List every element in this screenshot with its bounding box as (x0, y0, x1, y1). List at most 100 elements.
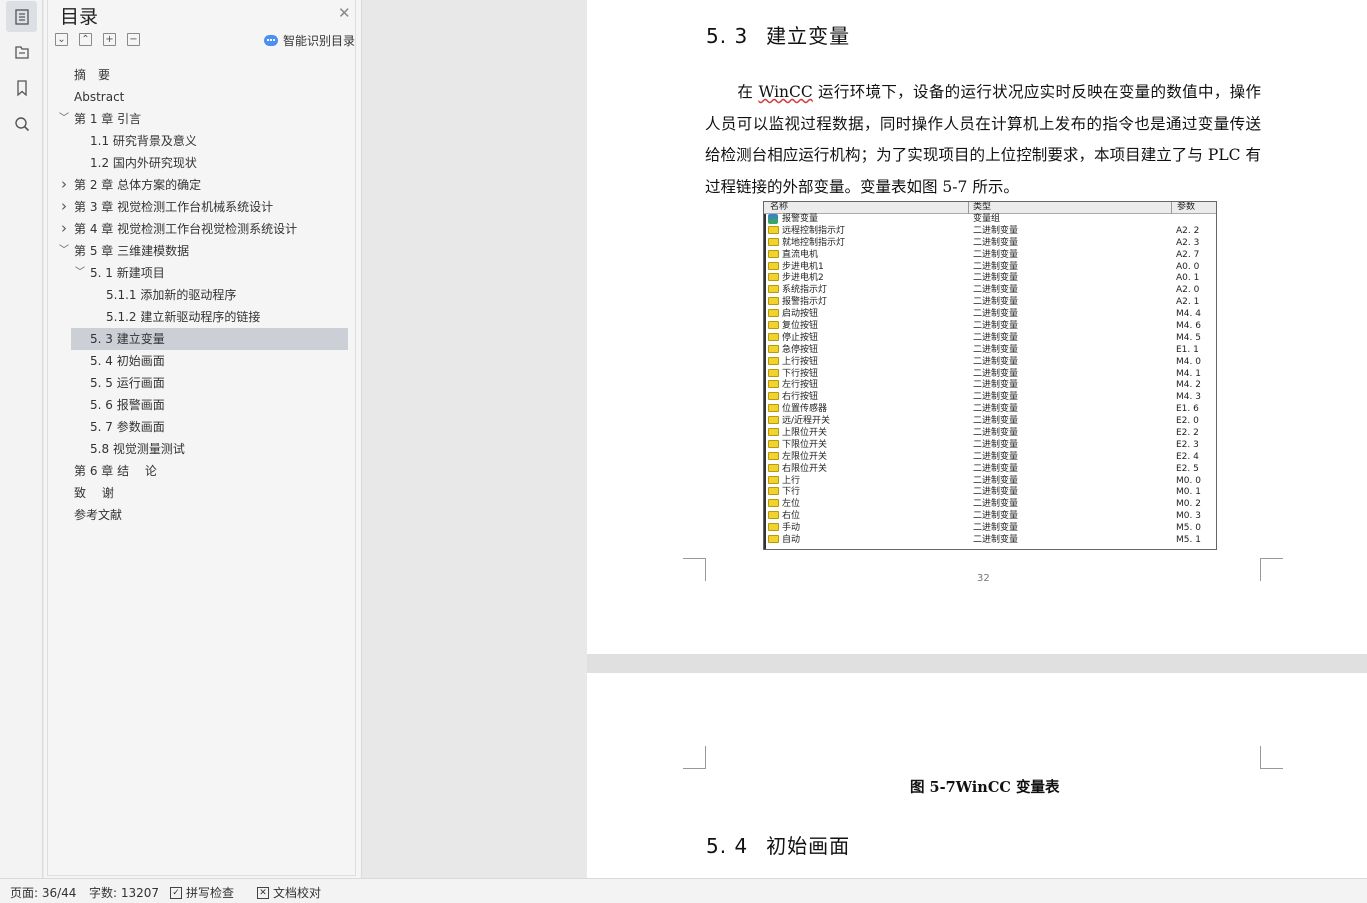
cell-type: 变量组 (973, 214, 1001, 224)
folder-icon (768, 392, 779, 401)
toc-entry[interactable]: 5. 3 建立变量 (71, 328, 348, 350)
toc-entry[interactable]: ﹀ 第 5 章 三维建模数据 (59, 240, 189, 262)
toc-entry-label: 第 2 章 总体方案的确定 (74, 178, 202, 192)
toc-entry[interactable]: 摘 要 (74, 64, 110, 86)
table-row: 上行 二进制变量 M0. 0 (764, 475, 1216, 488)
folder-icon (768, 451, 779, 460)
toc-entry-label: 5. 6 报警画面 (90, 398, 165, 412)
cell-type: 二进制变量 (973, 428, 1019, 439)
col-type-header: 类型 (973, 202, 992, 212)
proofread-label: 文档校对 (273, 886, 322, 900)
cell-type: 二进制变量 (973, 439, 1019, 450)
toc-entry[interactable]: › 第 2 章 总体方案的确定 (61, 174, 202, 196)
expand-up-button[interactable]: ⌃ (79, 33, 92, 46)
table-row: 右行按钮 二进制变量 M4. 3 (764, 392, 1216, 404)
toc-entry-label: 1.2 国内外研究现状 (90, 156, 197, 170)
toc-entry-label: 5.1.2 建立新驱动程序的链接 (106, 310, 261, 324)
table-row: 左限位开关 二进制变量 E2. 4 (764, 451, 1216, 464)
cell-param: A2. 2 (1176, 225, 1200, 236)
table-row: 位置传感器 二进制变量 E1. 6 (764, 404, 1216, 416)
cell-param: E1. 1 (1176, 344, 1199, 355)
toc-entry[interactable]: 5. 6 报警画面 (90, 394, 165, 416)
chevron-right-icon[interactable]: › (61, 173, 67, 195)
proofread-button[interactable]: ✕ 文档校对 (257, 884, 321, 901)
toc-entry-label: 5. 4 初始画面 (90, 354, 165, 368)
toc-entry[interactable]: 1.1 研究背景及意义 (90, 130, 197, 152)
cell-name: 报警变量 (782, 214, 819, 224)
cell-param: E2. 2 (1176, 428, 1199, 439)
toc-entry[interactable]: 第 6 章 结 论 (74, 460, 157, 482)
cell-type: 二进制变量 (973, 416, 1019, 427)
canvas-gap (362, 0, 587, 878)
toc-entry[interactable]: › 第 4 章 视觉检测工作台视觉检测系统设计 (61, 218, 297, 240)
toc-entry[interactable]: 致 谢 (74, 482, 114, 504)
folder-icon (768, 225, 779, 234)
toc-entry[interactable]: ﹀ 5. 1 新建项目 (75, 262, 165, 284)
add-entry-button[interactable]: + (103, 33, 116, 46)
smart-recognize-label: 智能识别目录 (283, 34, 356, 48)
toc-entry[interactable]: 5. 5 运行画面 (90, 372, 165, 394)
cell-name: 远/近程开关 (782, 416, 831, 427)
section-number: 5. 3 (706, 24, 749, 48)
toc-entry[interactable]: ﹀ 第 1 章 引言 (59, 108, 142, 130)
cell-name: 下行 (782, 487, 801, 498)
cell-param: A2. 7 (1176, 249, 1200, 260)
document-page-next[interactable]: 图 5-7WinCC 变量表 5. 4 初始画面 (587, 673, 1367, 878)
cell-param: A2. 1 (1176, 297, 1200, 308)
toc-entry[interactable]: 5.8 视觉测量测试 (90, 438, 185, 460)
cell-param: M4. 3 (1176, 392, 1201, 403)
document-page[interactable]: 5. 3 建立变量 在 WinCC 运行环境下，设备的运行状况应实时反映在变量的数… (587, 0, 1367, 654)
page-count[interactable]: 页面: 36/44 (10, 884, 76, 901)
cell-name: 直流电机 (782, 249, 819, 260)
toc-entry[interactable]: Abstract (74, 86, 124, 108)
toc-entry[interactable]: 1.2 国内外研究现状 (90, 152, 197, 174)
search-icon[interactable] (6, 108, 37, 139)
table-row: 停止按钮 二进制变量 M4. 5 (764, 332, 1216, 345)
cell-param: A0. 0 (1176, 261, 1200, 272)
toc-entry[interactable]: › 第 3 章 视觉检测工作台机械系统设计 (61, 196, 274, 218)
toc-entry[interactable]: 5.1.2 建立新驱动程序的链接 (106, 306, 260, 328)
spell-flag-word[interactable]: WinCC (758, 83, 812, 101)
spell-check-button[interactable]: ✓ 拼写检查 (170, 884, 234, 901)
toc-entry-label: 第 3 章 视觉检测工作台机械系统设计 (74, 200, 274, 214)
toc-entry-label: 5. 5 运行画面 (90, 376, 165, 390)
toc-entry[interactable]: 5.1.1 添加新的驱动程序 (106, 284, 236, 306)
close-icon[interactable]: ✕ (338, 4, 351, 22)
toc-icon[interactable] (6, 1, 37, 32)
proofread-icon: ✕ (257, 886, 269, 899)
chevron-right-icon[interactable]: › (61, 195, 67, 217)
table-row: 报警变量 变量组 (764, 214, 1216, 226)
table-row: 上限位开关 二进制变量 E2. 2 (764, 428, 1216, 440)
word-count-label: 字数: 13207 (89, 886, 160, 900)
chevron-down-icon[interactable]: ﹀ (59, 108, 69, 130)
navigation-icon[interactable] (6, 36, 37, 67)
section-number: 5. 4 (706, 834, 749, 858)
toc-entry[interactable]: 参考文献 (74, 504, 122, 526)
cell-type: 二进制变量 (973, 511, 1019, 522)
folder-icon (768, 499, 779, 508)
toc-entry-label: 摘 要 (74, 68, 111, 82)
ai-icon (264, 35, 278, 46)
folder-icon (768, 535, 779, 544)
smart-recognize-button[interactable]: 智能识别目录 (264, 32, 355, 49)
folder-icon (768, 285, 779, 294)
remove-entry-button[interactable]: − (127, 33, 140, 46)
collapse-all-button[interactable]: ⌄ (55, 33, 68, 46)
body-paragraph[interactable]: 在 WinCC 运行环境下，设备的运行状况应实时反映在变量的数值中，操作人员可以… (705, 77, 1261, 203)
chevron-right-icon[interactable]: › (61, 217, 67, 239)
cell-param: A0. 1 (1176, 273, 1200, 284)
chevron-down-icon[interactable]: ﹀ (59, 240, 69, 262)
toc-entry[interactable]: 5. 7 参数画面 (90, 416, 165, 438)
cell-name: 位置传感器 (782, 404, 828, 415)
toc-entry[interactable]: 5. 4 初始画面 (90, 350, 165, 372)
folder-icon (768, 356, 779, 365)
cell-type: 二进制变量 (973, 321, 1019, 332)
chevron-down-icon[interactable]: ﹀ (75, 262, 85, 284)
bookmark-icon[interactable] (6, 72, 37, 103)
folder-icon (768, 523, 779, 532)
word-count[interactable]: 字数: 13207 (89, 884, 159, 901)
toc-entry-label: 第 1 章 引言 (74, 112, 142, 126)
table-row: 就地控制指示灯 二进制变量 A2. 3 (764, 237, 1216, 250)
cell-type: 二进制变量 (973, 487, 1019, 498)
cell-name: 左行按钮 (782, 380, 819, 391)
